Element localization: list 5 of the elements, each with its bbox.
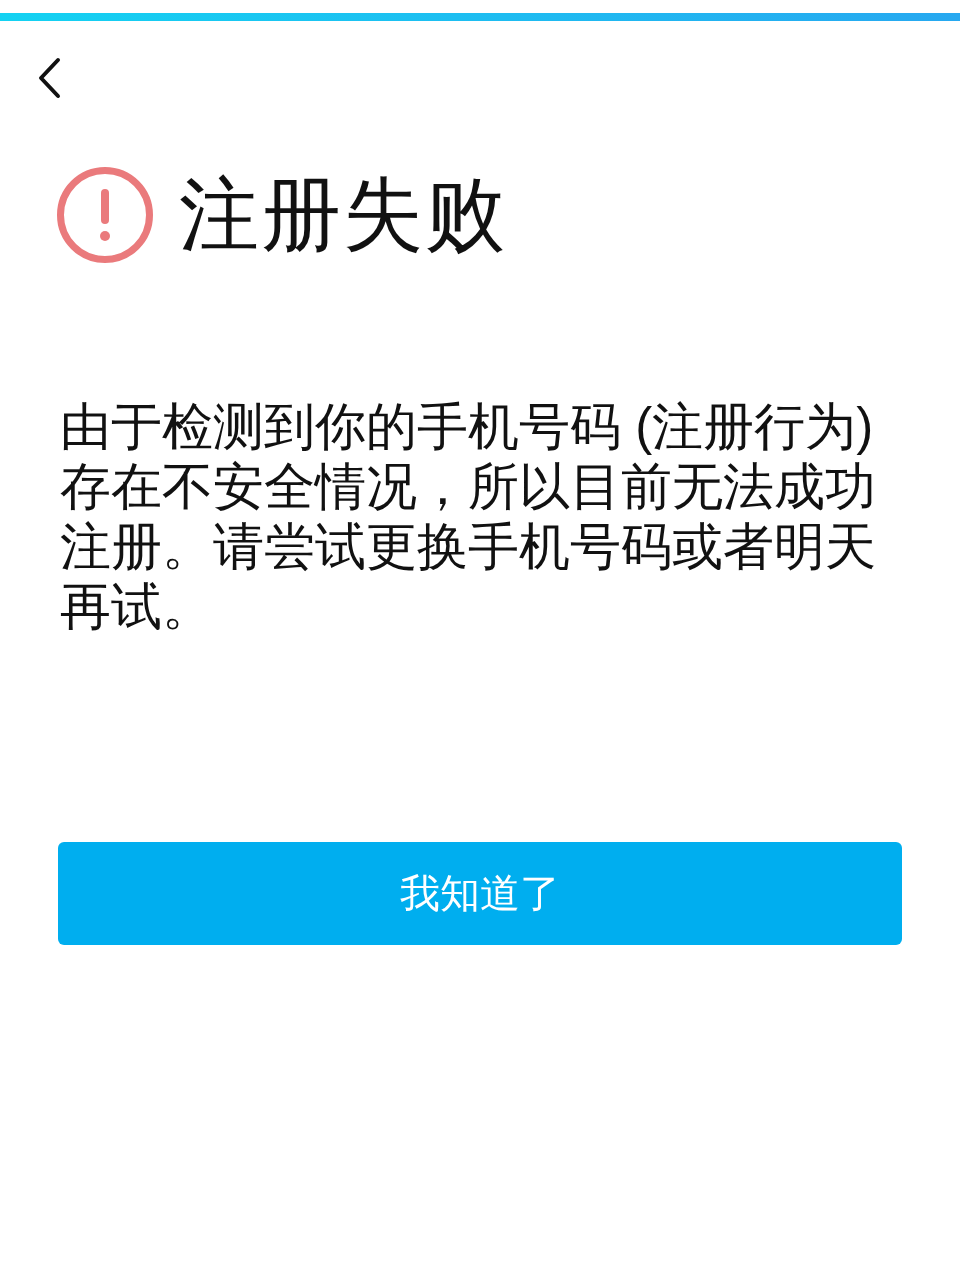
acknowledge-button[interactable]: 我知道了	[58, 842, 902, 945]
page-title: 注册失败	[179, 175, 507, 255]
alert-icon	[57, 167, 153, 263]
back-icon	[36, 57, 62, 99]
error-message: 由于检测到你的手机号码 (注册行为)存在不安全情况，所以目前无法成功注册。请尝试更换手机号码或者明天再试。	[60, 397, 877, 637]
